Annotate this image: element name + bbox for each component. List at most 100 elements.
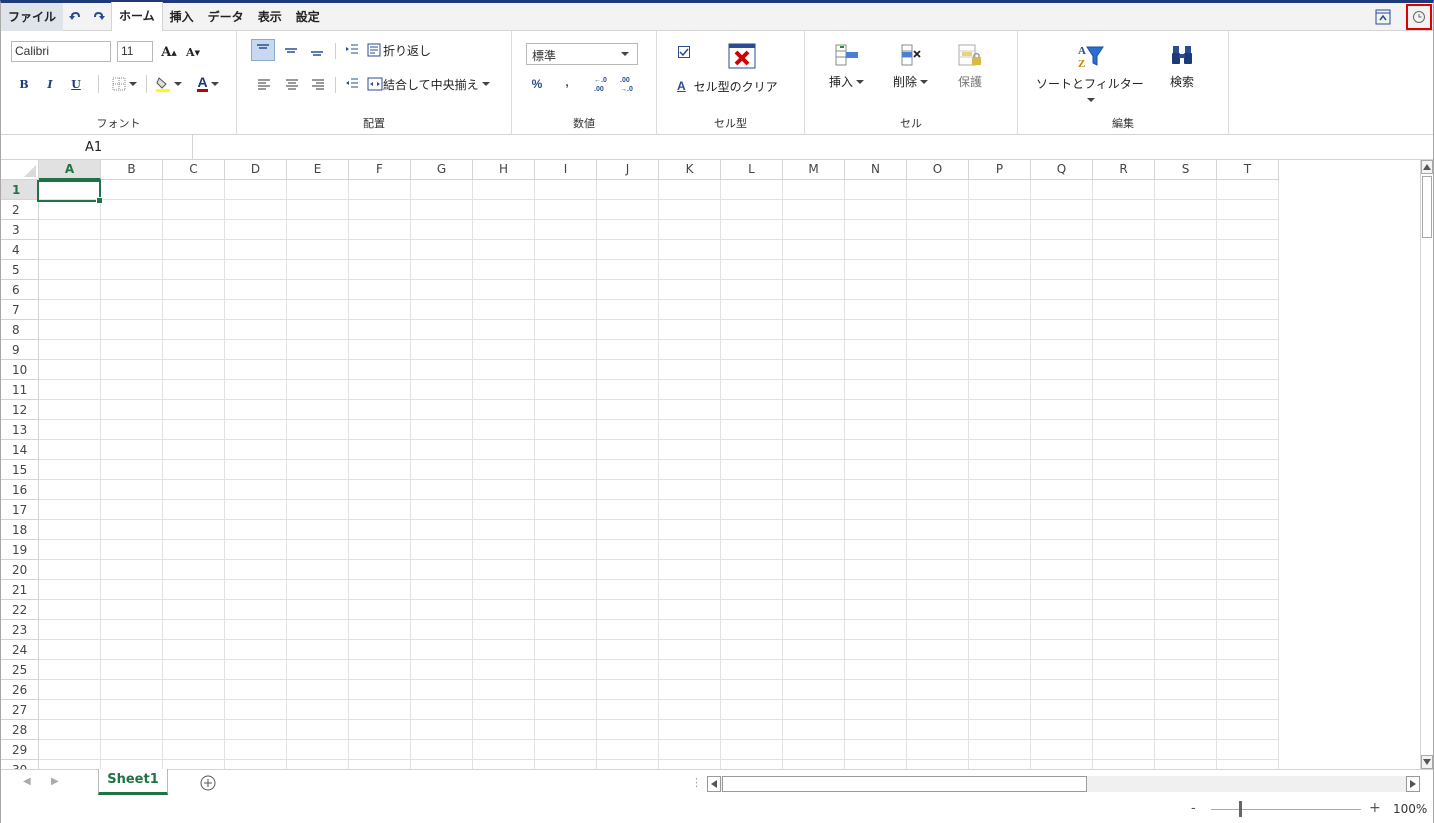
row-header-1[interactable]: 1 — [1, 180, 39, 200]
vertical-scrollbar[interactable] — [1420, 160, 1433, 769]
delete-cells-button[interactable]: 削除 — [893, 43, 929, 90]
column-header-Q[interactable]: Q — [1031, 160, 1093, 180]
column-header-C[interactable]: C — [163, 160, 225, 180]
column-header-H[interactable]: H — [473, 160, 535, 180]
column-header-K[interactable]: K — [659, 160, 721, 180]
scroll-up-arrow-icon[interactable] — [1421, 160, 1433, 174]
column-header-N[interactable]: N — [845, 160, 907, 180]
align-left-icon[interactable] — [255, 75, 273, 93]
protect-button[interactable]: 保護 — [957, 43, 983, 90]
row-header-11[interactable]: 11 — [1, 380, 39, 400]
sort-filter-button[interactable]: AZ ソートとフィルター — [1036, 43, 1144, 102]
history-clock-icon[interactable] — [1406, 4, 1432, 30]
zoom-out-button[interactable]: - — [1191, 801, 1196, 816]
column-header-G[interactable]: G — [411, 160, 473, 180]
row-header-12[interactable]: 12 — [1, 400, 39, 420]
number-format-select[interactable]: 標準 — [526, 43, 638, 65]
column-header-M[interactable]: M — [783, 160, 845, 180]
clear-format-large-icon[interactable] — [727, 41, 757, 71]
row-header-29[interactable]: 29 — [1, 740, 39, 760]
next-sheet-arrow-icon[interactable]: ▶ — [51, 776, 59, 787]
insert-cells-button[interactable]: 挿入 — [829, 43, 865, 90]
zoom-slider-track[interactable] — [1211, 809, 1361, 810]
row-header-19[interactable]: 19 — [1, 540, 39, 560]
find-button[interactable]: 検索 — [1170, 43, 1194, 90]
zoom-in-button[interactable]: + — [1369, 800, 1381, 816]
first-sheet-arrow-icon[interactable]: ◀ — [23, 776, 31, 787]
row-header-27[interactable]: 27 — [1, 700, 39, 720]
percent-style-button[interactable]: % — [530, 75, 544, 93]
tab-insert[interactable]: 挿入 — [163, 3, 201, 31]
scroll-left-arrow-icon[interactable] — [707, 776, 721, 792]
clear-cell-style-button[interactable]: A セル型のクリア — [677, 77, 778, 95]
vertical-scroll-thumb[interactable] — [1422, 176, 1432, 238]
zoom-slider-thumb[interactable] — [1239, 801, 1242, 817]
redo-icon[interactable] — [87, 3, 111, 31]
row-header-8[interactable]: 8 — [1, 320, 39, 340]
column-header-T[interactable]: T — [1217, 160, 1279, 180]
checkbox-icon[interactable] — [677, 45, 691, 59]
column-header-O[interactable]: O — [907, 160, 969, 180]
menu-file[interactable]: ファイル — [1, 2, 64, 31]
font-color-icon[interactable]: A — [191, 75, 225, 93]
align-middle-icon[interactable] — [281, 39, 301, 61]
borders-icon[interactable] — [107, 75, 141, 93]
tab-split-handle-icon[interactable]: ⋮ — [691, 776, 702, 789]
comma-style-button[interactable]: , — [562, 73, 572, 91]
align-right-icon[interactable] — [309, 75, 327, 93]
row-header-26[interactable]: 26 — [1, 680, 39, 700]
tab-view[interactable]: 表示 — [251, 3, 289, 31]
row-header-4[interactable]: 4 — [1, 240, 39, 260]
column-header-P[interactable]: P — [969, 160, 1031, 180]
formula-input[interactable] — [194, 135, 1433, 160]
add-sheet-icon[interactable] — [199, 774, 217, 792]
row-header-7[interactable]: 7 — [1, 300, 39, 320]
column-header-E[interactable]: E — [287, 160, 349, 180]
column-header-I[interactable]: I — [535, 160, 597, 180]
row-header-18[interactable]: 18 — [1, 520, 39, 540]
undo-icon[interactable] — [63, 3, 87, 31]
row-header-15[interactable]: 15 — [1, 460, 39, 480]
row-header-3[interactable]: 3 — [1, 220, 39, 240]
row-header-13[interactable]: 13 — [1, 420, 39, 440]
tab-data[interactable]: データ — [201, 3, 251, 31]
tab-home[interactable]: ホーム — [111, 2, 163, 31]
row-header-14[interactable]: 14 — [1, 440, 39, 460]
horizontal-scroll-thumb[interactable] — [722, 776, 1087, 792]
row-header-9[interactable]: 9 — [1, 340, 39, 360]
column-header-J[interactable]: J — [597, 160, 659, 180]
row-header-24[interactable]: 24 — [1, 640, 39, 660]
row-header-5[interactable]: 5 — [1, 260, 39, 280]
underline-icon[interactable]: U — [69, 75, 83, 93]
zoom-level[interactable]: 100% — [1393, 802, 1427, 816]
column-header-L[interactable]: L — [721, 160, 783, 180]
tab-settings[interactable]: 設定 — [289, 3, 327, 31]
decrease-font-icon[interactable]: A ▼ — [185, 43, 201, 61]
increase-decimal-icon[interactable]: ←.0.00 — [592, 73, 612, 95]
outdent-icon[interactable] — [343, 75, 361, 93]
select-all-corner[interactable] — [1, 160, 39, 180]
collapse-ribbon-icon[interactable] — [1372, 6, 1394, 28]
active-cell-A1[interactable] — [37, 180, 103, 204]
scroll-down-arrow-icon[interactable] — [1421, 755, 1433, 769]
row-header-28[interactable]: 28 — [1, 720, 39, 740]
align-top-icon[interactable] — [251, 39, 275, 61]
bold-icon[interactable]: B — [17, 75, 31, 93]
font-size-input[interactable]: 11 — [117, 41, 153, 62]
indent-icon[interactable] — [343, 41, 361, 59]
italic-icon[interactable]: I — [43, 75, 57, 93]
align-bottom-icon[interactable] — [307, 39, 327, 61]
column-header-D[interactable]: D — [225, 160, 287, 180]
scroll-right-arrow-icon[interactable] — [1406, 776, 1420, 792]
row-header-25[interactable]: 25 — [1, 660, 39, 680]
row-header-6[interactable]: 6 — [1, 280, 39, 300]
row-header-17[interactable]: 17 — [1, 500, 39, 520]
merge-center-button[interactable]: 結合して中央揃え — [367, 75, 490, 93]
column-header-R[interactable]: R — [1093, 160, 1155, 180]
align-center-icon[interactable] — [283, 75, 301, 93]
horizontal-scrollbar[interactable] — [707, 776, 1420, 792]
column-header-A[interactable]: A — [39, 160, 101, 180]
font-name-input[interactable]: Calibri — [11, 41, 111, 62]
row-header-10[interactable]: 10 — [1, 360, 39, 380]
column-header-F[interactable]: F — [349, 160, 411, 180]
